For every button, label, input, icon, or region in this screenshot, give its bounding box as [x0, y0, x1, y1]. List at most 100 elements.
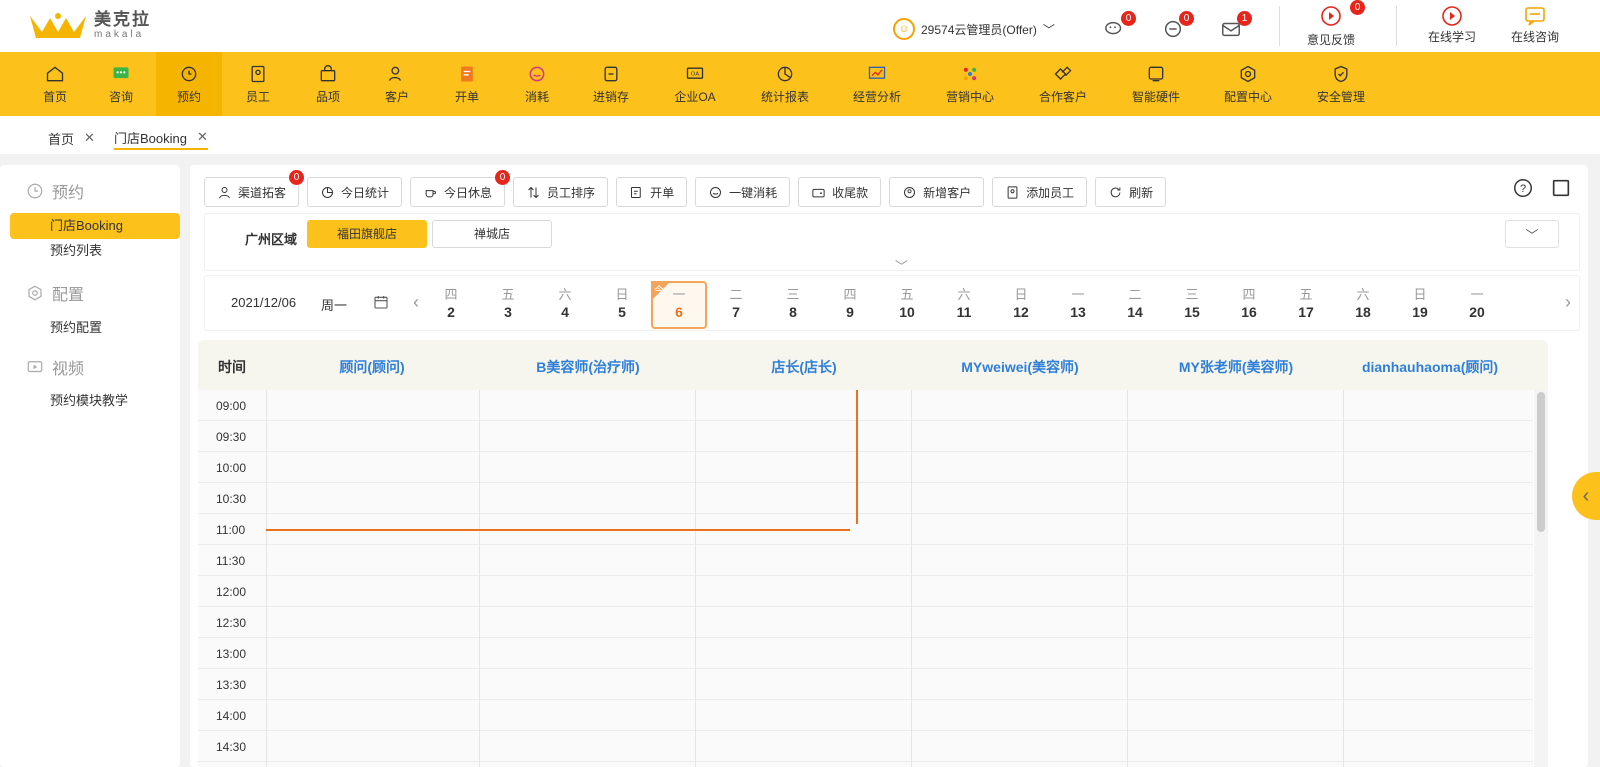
nav-booking[interactable]: 预约	[156, 52, 222, 116]
time-row[interactable]: 11:30	[198, 545, 1533, 576]
nav-consume[interactable]: 消耗	[502, 52, 572, 116]
day-item[interactable]: 五3	[480, 281, 536, 329]
online-consult-button[interactable]: 在线咨询	[1511, 4, 1559, 45]
mail-button[interactable]: 1	[1218, 11, 1252, 42]
message-button[interactable]: 0	[1160, 11, 1194, 42]
close-icon[interactable]: ✕	[197, 129, 208, 145]
today-stats-button[interactable]: 今日统计	[307, 177, 403, 207]
calendar-icon[interactable]	[373, 294, 389, 310]
day-item[interactable]: 日 19	[1392, 281, 1448, 329]
day-number: 15	[1184, 304, 1200, 320]
nav-marketing[interactable]: 营销中心	[924, 52, 1016, 116]
nav-home[interactable]: 首页	[24, 52, 86, 116]
user-menu[interactable]: ☺ 29574云管理员(Offer) ﹀	[893, 18, 1055, 40]
nav-oa[interactable]: OA 企业OA	[650, 52, 740, 116]
staff-column-header[interactable]: 顾问(顾问)	[264, 357, 480, 377]
nav-report[interactable]: 统计报表	[740, 52, 830, 116]
day-item[interactable]: 五 10	[879, 281, 935, 329]
store-button-futian[interactable]: 福田旗舰店	[307, 220, 427, 248]
time-row[interactable]: 14:30	[198, 731, 1533, 762]
help-icon[interactable]: ?	[1512, 177, 1534, 199]
nav-consult[interactable]: 咨询	[86, 52, 156, 116]
scrollbar-thumb[interactable]	[1537, 392, 1545, 532]
nav-order[interactable]: 开单	[432, 52, 502, 116]
collapse-chevron-icon[interactable]: ﹀	[895, 256, 908, 275]
next-days-icon[interactable]: ›	[1565, 292, 1571, 313]
time-row[interactable]: 10:30	[198, 483, 1533, 514]
day-item[interactable]: 二7	[708, 281, 764, 329]
staff-sort-button[interactable]: 员工排序	[513, 177, 609, 207]
staff-column-header[interactable]: MY张老师(美容师)	[1128, 357, 1344, 377]
home-icon	[46, 65, 64, 81]
time-row[interactable]: 12:30	[198, 607, 1533, 638]
sidebar-item-tutorial[interactable]: 预约模块教学	[10, 388, 180, 414]
logo[interactable]: 美克拉 makala	[28, 10, 151, 40]
nav-inventory[interactable]: 进销存	[572, 52, 650, 116]
nav-partner[interactable]: 合作客户	[1016, 52, 1110, 116]
day-item[interactable]: 一 20	[1449, 281, 1505, 329]
staff-column-header[interactable]: 店长(店长)	[696, 357, 912, 377]
add-customer-button[interactable]: 新增客户	[889, 177, 985, 207]
nav-customer[interactable]: 客户	[362, 52, 432, 116]
feedback-button[interactable]: 0 意见反馈	[1307, 0, 1365, 48]
day-item[interactable]: 五 17	[1278, 281, 1334, 329]
sidebar-item-booking-list[interactable]: 预约列表	[10, 238, 180, 264]
channel-button[interactable]: 渠道拓客 0	[204, 170, 305, 207]
time-label: 09:00	[216, 399, 247, 413]
refresh-button[interactable]: 刷新	[1095, 177, 1167, 207]
staff-column-header[interactable]: B美容师(治疗师)	[480, 357, 696, 377]
tab-home[interactable]: 首页 ✕	[48, 126, 95, 150]
nav-security[interactable]: 安全管理	[1294, 52, 1388, 116]
day-item[interactable]: 四9	[822, 281, 878, 329]
header-divider	[1279, 6, 1280, 46]
prev-days-icon[interactable]: ‹	[413, 292, 419, 313]
day-item[interactable]: 六4	[537, 281, 593, 329]
time-row[interactable]: 09:30	[198, 421, 1533, 452]
nav-items[interactable]: 品项	[294, 52, 362, 116]
schedule-scrollbar[interactable]	[1534, 390, 1548, 767]
day-item[interactable]: 日5	[594, 281, 650, 329]
time-row[interactable]: 10:00	[198, 452, 1533, 483]
day-today[interactable]: 今一6	[651, 281, 707, 329]
day-item[interactable]: 六 11	[936, 281, 992, 329]
tab-store-booking[interactable]: 门店Booking ✕	[114, 126, 208, 150]
store-dropdown-button[interactable]: ﹀	[1505, 220, 1559, 248]
wechat-button[interactable]: 0	[1102, 11, 1136, 42]
time-row[interactable]: 13:00	[198, 638, 1533, 669]
button-label: 添加员工	[1026, 185, 1075, 200]
nav-hardware[interactable]: 智能硬件	[1110, 52, 1202, 116]
nav-config[interactable]: 配置中心	[1202, 52, 1294, 116]
time-row[interactable]: 13:30	[198, 669, 1533, 700]
fullscreen-icon[interactable]	[1550, 177, 1572, 199]
sidebar-item-store-booking[interactable]: 门店Booking	[10, 213, 180, 239]
add-staff-button[interactable]: 添加员工	[992, 177, 1088, 207]
create-order-button[interactable]: 开单	[616, 177, 688, 207]
nav-analysis[interactable]: 经营分析	[830, 52, 924, 116]
close-icon[interactable]: ✕	[84, 130, 95, 146]
day-item[interactable]: 一 13	[1050, 281, 1106, 329]
schedule-body[interactable]: 09:00 09:30 10:00 10:30 11:00 11:30 12:00 12:30…	[198, 390, 1533, 767]
day-item[interactable]: 六 18	[1335, 281, 1391, 329]
time-row[interactable]: 12:00	[198, 576, 1533, 607]
day-item[interactable]: 四 16	[1221, 281, 1277, 329]
nav-staff[interactable]: 员工	[222, 52, 294, 116]
store-button-chancheng[interactable]: 禅城店	[432, 220, 552, 248]
day-item[interactable]: 三 15	[1164, 281, 1220, 329]
time-row[interactable]: 09:00	[198, 390, 1533, 421]
today-rest-button[interactable]: 今日休息 0	[410, 170, 511, 207]
day-number: 8	[789, 304, 797, 320]
wallet-icon	[812, 188, 825, 197]
time-label: 14:30	[216, 740, 247, 754]
online-learning-button[interactable]: 在线学习	[1428, 4, 1476, 45]
day-item[interactable]: 四2	[423, 281, 479, 329]
day-weekday: 一	[1470, 287, 1484, 303]
sidebar-item-booking-config[interactable]: 预约配置	[10, 315, 180, 341]
final-payment-button[interactable]: 收尾款	[798, 177, 882, 207]
one-click-consume-button[interactable]: 一键消耗	[695, 177, 791, 207]
day-item[interactable]: 日 12	[993, 281, 1049, 329]
staff-column-header[interactable]: dianhauhaoma(顾问)	[1322, 357, 1538, 377]
staff-column-header[interactable]: MYweiwei(美容师)	[912, 357, 1128, 377]
day-item[interactable]: 二 14	[1107, 281, 1163, 329]
day-item[interactable]: 三8	[765, 281, 821, 329]
time-row[interactable]: 14:00	[198, 700, 1533, 731]
